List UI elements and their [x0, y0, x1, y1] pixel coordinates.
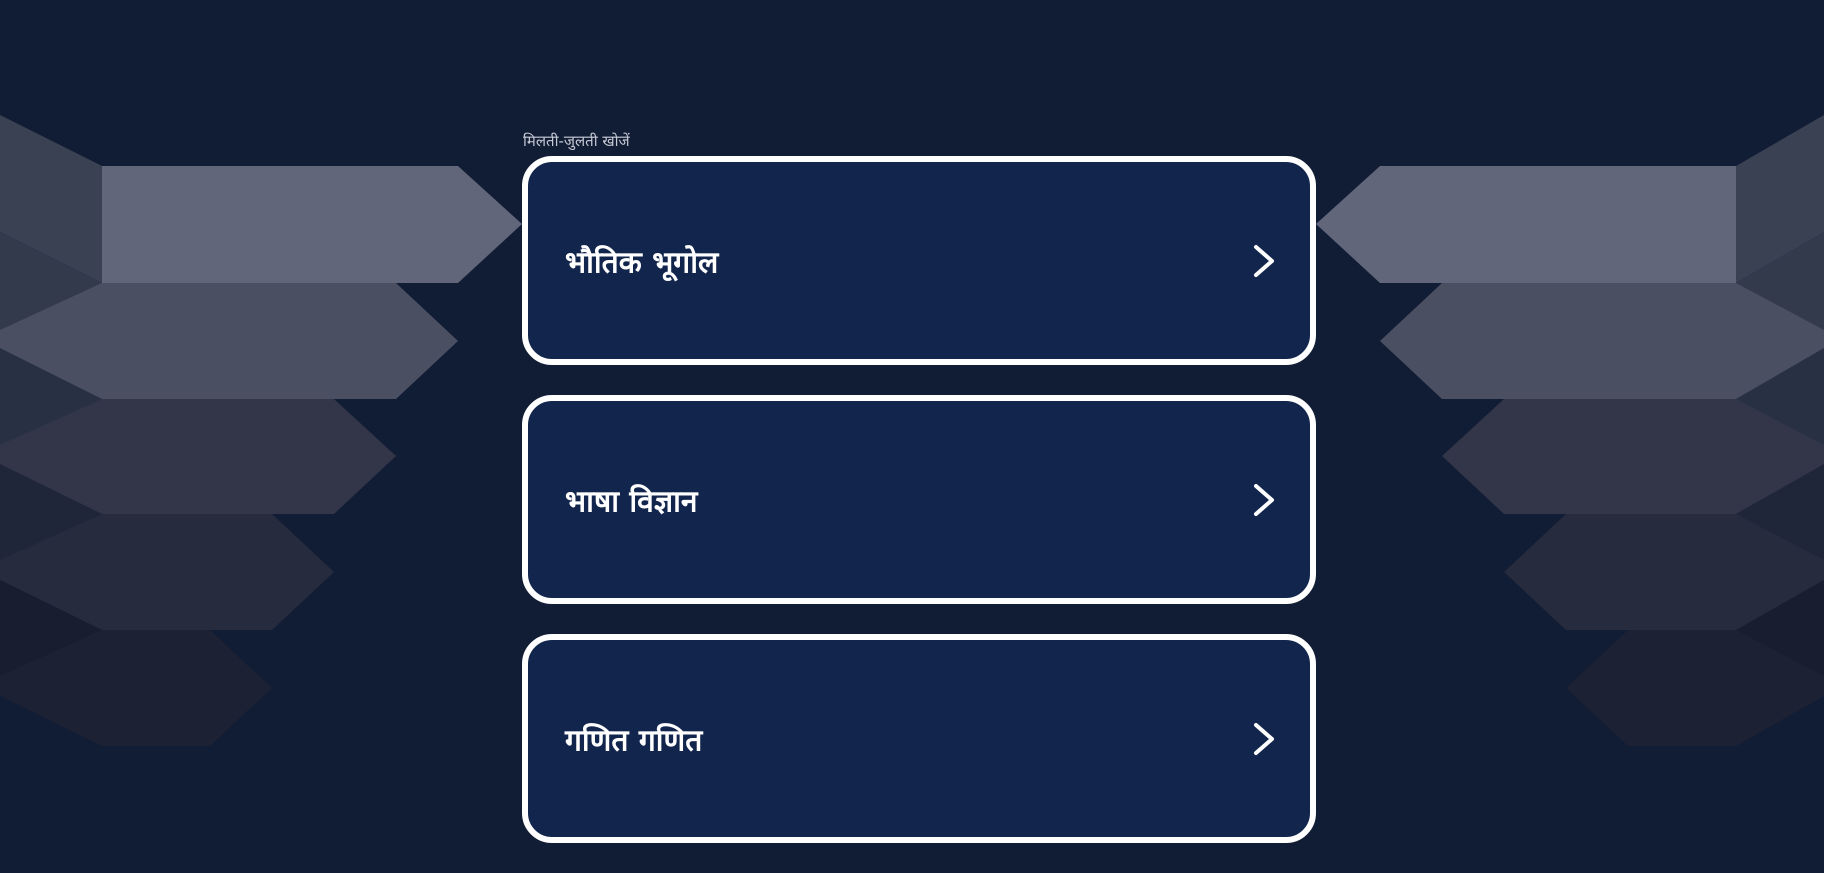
related-search-label: भौतिक भूगोल	[565, 245, 719, 280]
related-search-link-1[interactable]: भौतिक भूगोल	[522, 156, 1316, 365]
related-search-label: गणित गणित	[565, 723, 703, 758]
left-chevron-stack	[0, 115, 522, 746]
related-search-link-2[interactable]: भाषा विज्ञान	[522, 395, 1316, 604]
related-searches: मिलती-जुलती खोजें भौतिक भूगोल भाषा विज्ञ…	[522, 131, 1316, 873]
chevron-right-icon	[1254, 483, 1274, 516]
related-search-link-3[interactable]: गणित गणित	[522, 634, 1316, 843]
right-chevron-stack	[1316, 115, 1824, 746]
related-searches-heading: मिलती-जुलती खोजें	[523, 132, 630, 150]
chevron-right-icon	[1254, 244, 1274, 277]
related-search-label: भाषा विज्ञान	[565, 484, 698, 519]
chevron-right-icon	[1254, 722, 1274, 755]
